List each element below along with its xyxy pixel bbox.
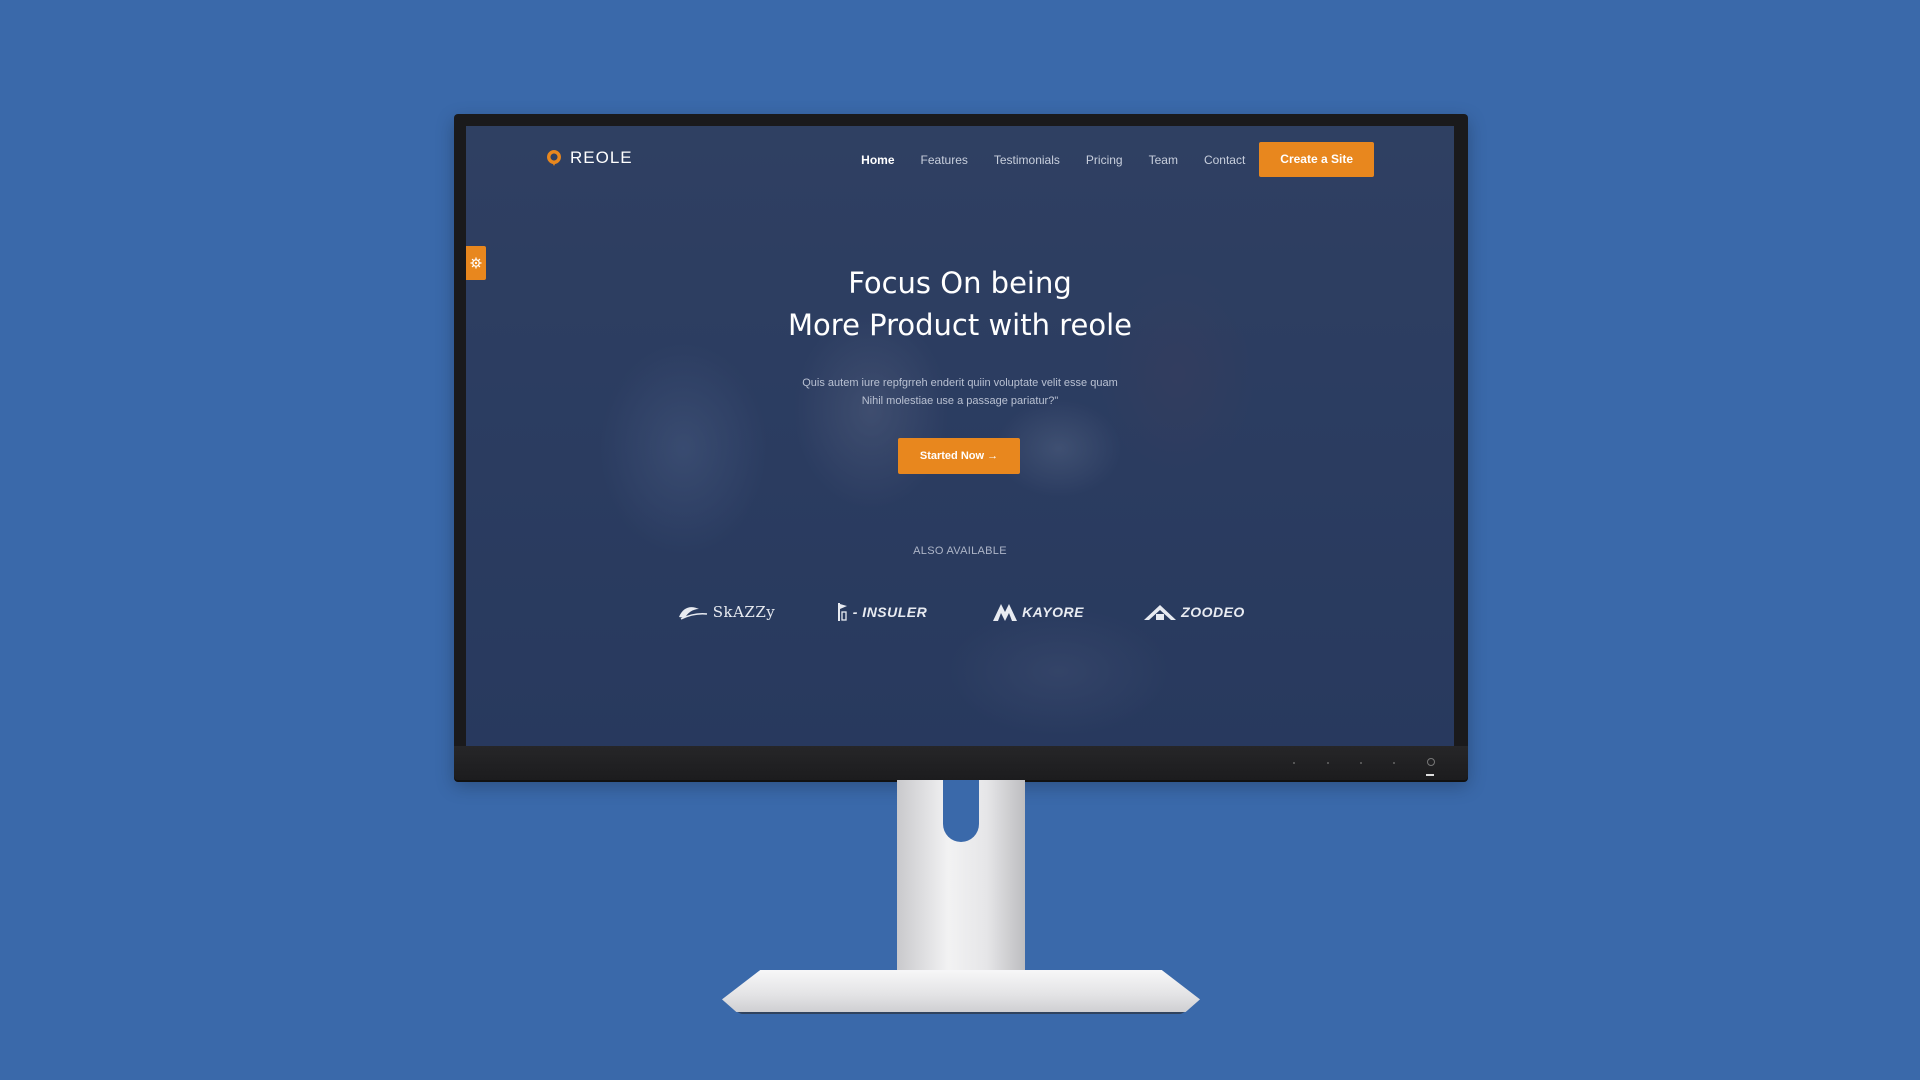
mountain-logo-icon — [993, 604, 1018, 621]
brand-kayore[interactable]: KAYORE — [983, 602, 1093, 622]
brand-kayore-name: KAYORE — [1022, 604, 1084, 620]
power-led — [1426, 774, 1434, 776]
nav-item-testimonials[interactable]: Testimonials — [994, 153, 1060, 167]
main-nav: Home Features Testimonials Pricing Team … — [835, 142, 1374, 177]
hero-subtitle: Quis autem iure repfgrreh enderit quiin … — [466, 374, 1454, 410]
monitor: REOLE Home Features Testimonials Pricing… — [454, 114, 1468, 780]
hero-subtitle-line-2: Nihil molestiae use a passage pariatur?" — [861, 395, 1059, 407]
hero-title: Focus On being More Product with reole — [466, 262, 1454, 346]
brand-zoodeo[interactable]: ZOODEO — [1139, 602, 1249, 622]
also-available-label: ALSO AVAILABLE — [913, 545, 1007, 557]
monitor-screen: REOLE Home Features Testimonials Pricing… — [466, 126, 1454, 746]
logo-icon — [546, 150, 561, 166]
started-now-button[interactable]: Started Now → — [898, 438, 1020, 474]
wave-logo-icon — [678, 607, 707, 620]
nav-item-home[interactable]: Home — [861, 153, 894, 167]
brand-insuler-name: - INSULER — [852, 604, 928, 620]
bezel-button[interactable] — [1360, 762, 1362, 764]
power-button-icon[interactable] — [1427, 758, 1435, 766]
create-site-button[interactable]: Create a Site — [1259, 142, 1374, 177]
brand-skazzy[interactable]: SkAZZy — [671, 602, 781, 622]
brand-zoodeo-name: ZOODEO — [1181, 604, 1245, 620]
logo-text: REOLE — [570, 148, 633, 167]
roof-logo-icon — [1144, 605, 1177, 620]
hero-subtitle-line-1: Quis autem iure repfgrreh enderit quiin … — [802, 377, 1118, 389]
brand-insuler[interactable]: - INSULER — [827, 602, 937, 622]
bezel-button[interactable] — [1393, 762, 1395, 764]
flag-logo-icon — [837, 603, 847, 621]
stand-cable-slot — [943, 780, 979, 842]
brand-logos: SkAZZy - INSULER KAYORE ZOODEO — [466, 602, 1454, 622]
hero-title-line-2: More Product with reole — [788, 308, 1132, 342]
nav-item-team[interactable]: Team — [1149, 153, 1178, 167]
brand-skazzy-name: SkAZZy — [712, 603, 776, 621]
monitor-bottom-bezel — [454, 746, 1468, 780]
site-logo[interactable]: REOLE — [546, 148, 633, 168]
nav-item-pricing[interactable]: Pricing — [1086, 153, 1123, 167]
bezel-button[interactable] — [1327, 762, 1329, 764]
website: REOLE Home Features Testimonials Pricing… — [466, 126, 1454, 746]
nav-item-features[interactable]: Features — [921, 153, 968, 167]
bezel-button[interactable] — [1293, 762, 1295, 764]
hero-title-line-1: Focus On being — [848, 266, 1072, 300]
monitor-stand-neck — [897, 780, 1025, 976]
nav-item-contact[interactable]: Contact — [1204, 153, 1245, 167]
monitor-stand-base — [722, 970, 1200, 1012]
